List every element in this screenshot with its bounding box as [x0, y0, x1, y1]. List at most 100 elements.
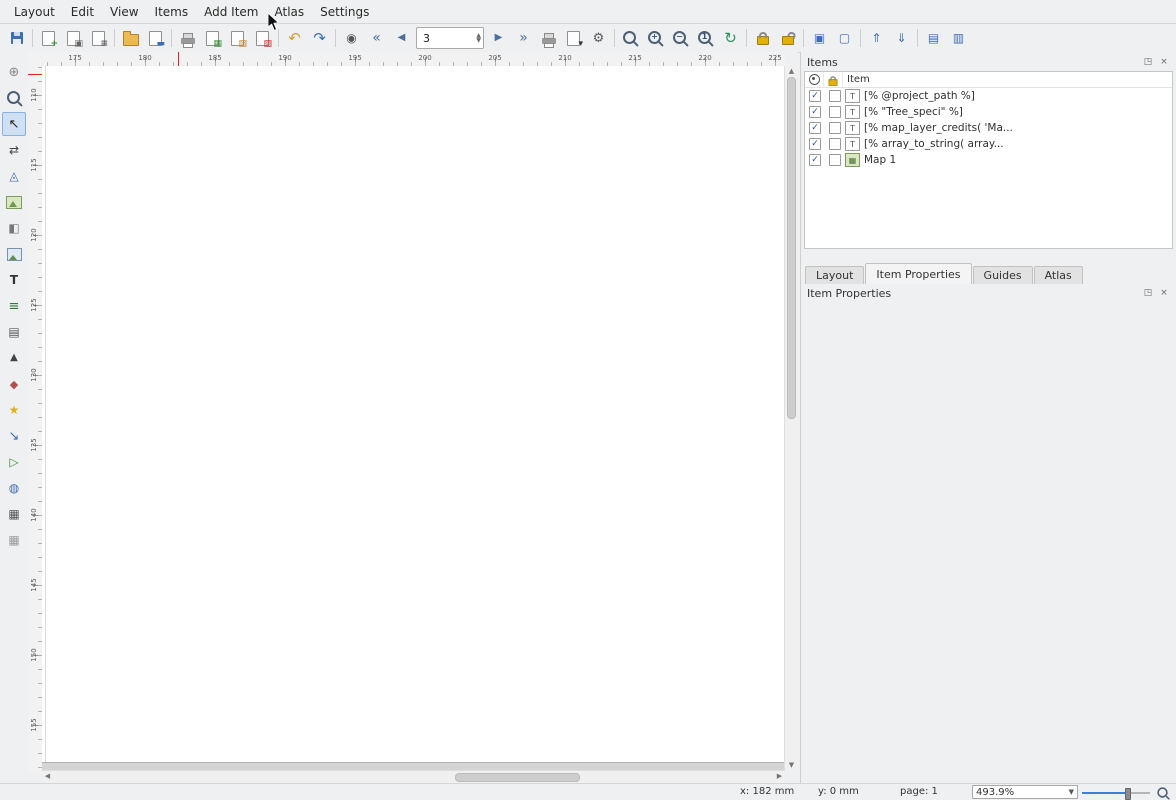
lock-checkbox[interactable] — [829, 154, 841, 166]
vertical-scrollbar-thumb[interactable] — [787, 77, 796, 419]
group-items-button[interactable]: ▣ — [807, 26, 832, 50]
lock-checkbox[interactable] — [829, 138, 841, 150]
left-ruler[interactable]: 110115120125130135140145150155 — [28, 66, 43, 771]
add-marker-tool[interactable]: ★ — [2, 398, 26, 422]
items-panel-float-icon[interactable]: ◳ — [1142, 56, 1154, 68]
last-feature-button[interactable]: » — [511, 26, 536, 50]
export-atlas-button[interactable]: ▾ — [561, 26, 586, 50]
menu-settings[interactable]: Settings — [312, 2, 377, 22]
items-tree-row[interactable]: ✓T[% map_layer_credits( 'Ma... — [805, 120, 1172, 136]
menu-layout[interactable]: Layout — [6, 2, 63, 22]
align-selected-items-button[interactable]: ▤ — [921, 26, 946, 50]
visibility-checkbox[interactable]: ✓ — [809, 138, 821, 150]
first-feature-button[interactable]: « — [364, 26, 389, 50]
add-node-item-tool[interactable]: ▷ — [2, 450, 26, 474]
zoom-out-button[interactable]: − — [668, 26, 693, 50]
add-scalebar-tool[interactable]: ▤ — [2, 320, 26, 344]
add-fixed-table-tool[interactable]: ▦ — [2, 528, 26, 552]
add-legend-tool[interactable]: ≡ — [2, 294, 26, 318]
items-tree-row[interactable]: ✓T[% array_to_string( array... — [805, 136, 1172, 152]
tab-atlas[interactable]: Atlas — [1034, 266, 1083, 284]
preview-atlas-button[interactable]: ◉ — [339, 26, 364, 50]
visibility-checkbox[interactable]: ✓ — [809, 122, 821, 134]
top-ruler[interactable]: 175180185190195200205210215220225 — [42, 52, 785, 67]
previous-feature-button[interactable]: ◀ — [389, 26, 414, 50]
menu-edit[interactable]: Edit — [63, 2, 102, 22]
next-feature-button[interactable]: ▶ — [486, 26, 511, 50]
raise-selected-items-button[interactable]: ⇑ — [864, 26, 889, 50]
zoom-level-combobox[interactable]: 493.9% ▼ — [972, 785, 1078, 799]
atlas-settings-button[interactable]: ⚙ — [586, 26, 611, 50]
menu-atlas[interactable]: Atlas — [266, 2, 312, 22]
menu-items[interactable]: Items — [147, 2, 197, 22]
tab-layout[interactable]: Layout — [805, 266, 864, 284]
menu-add-item[interactable]: Add Item — [196, 2, 266, 22]
item-properties-float-icon[interactable]: ◳ — [1142, 287, 1154, 299]
undo-button[interactable]: ↶ — [282, 26, 307, 50]
scroll-down-arrow-icon[interactable]: ▼ — [785, 760, 798, 771]
add-arrow-tool[interactable]: ↘ — [2, 424, 26, 448]
vertical-scrollbar[interactable]: ▲ ▼ — [784, 66, 798, 771]
add-picture-tool[interactable] — [2, 242, 26, 266]
zoom-actual-button[interactable]: 1 — [693, 26, 718, 50]
layout-page-canvas[interactable] — [42, 66, 785, 771]
zoom-slider[interactable] — [1082, 792, 1150, 794]
print-atlas-button[interactable] — [536, 26, 561, 50]
hand-icon: ⊕ — [9, 66, 20, 79]
unlock-all-items-button[interactable] — [775, 26, 800, 50]
horizontal-scrollbar-thumb[interactable] — [455, 773, 580, 782]
scroll-up-arrow-icon[interactable]: ▲ — [785, 66, 798, 77]
new-layout-button[interactable]: + — [36, 26, 61, 50]
zoom-tool-tool[interactable] — [2, 86, 26, 110]
scroll-left-arrow-icon[interactable]: ◀ — [42, 771, 53, 782]
menu-view[interactable]: View — [102, 2, 146, 22]
lock-checkbox[interactable] — [829, 106, 841, 118]
lock-checkbox[interactable] — [829, 122, 841, 134]
visibility-checkbox[interactable]: ✓ — [809, 90, 821, 102]
add-north-arrow-tool[interactable]: ▲ — [2, 346, 26, 370]
redo-button[interactable]: ↷ — [307, 26, 332, 50]
export-as-image-button[interactable]: ▦ — [200, 26, 225, 50]
export-as-svg-button[interactable]: ▧ — [225, 26, 250, 50]
add-3d-map-tool[interactable]: ◧ — [2, 216, 26, 240]
select-move-item-tool[interactable]: ↖ — [2, 112, 26, 136]
add-label-tool[interactable]: T — [2, 268, 26, 292]
add-shape-tool[interactable]: ◆ — [2, 372, 26, 396]
items-tree-row[interactable]: ✓T[% @project_path %] — [805, 88, 1172, 104]
ungroup-items-button[interactable]: ▢ — [832, 26, 857, 50]
page-new-icon: + — [42, 31, 55, 46]
lower-selected-items-button[interactable]: ⇓ — [889, 26, 914, 50]
refresh-view-button[interactable]: ↻ — [718, 26, 743, 50]
visibility-checkbox[interactable]: ✓ — [809, 106, 821, 118]
duplicate-layout-button[interactable]: ▣ — [61, 26, 86, 50]
zoom-in-button[interactable]: + — [643, 26, 668, 50]
lock-checkbox[interactable] — [829, 90, 841, 102]
add-items-from-template-button[interactable] — [118, 26, 143, 50]
distribute-items-button[interactable]: ▥ — [946, 26, 971, 50]
atlas-feature-spinbox[interactable]: 3▲▼ — [416, 27, 484, 49]
zoom-slider-handle[interactable] — [1125, 788, 1131, 800]
pan-layout-tool[interactable]: ⊕ — [2, 60, 26, 84]
move-item-content-tool[interactable]: ⇄ — [2, 138, 26, 162]
add-map-tool[interactable] — [2, 190, 26, 214]
item-properties-close-icon[interactable]: × — [1158, 287, 1170, 299]
add-html-tool[interactable]: ◍ — [2, 476, 26, 500]
save-as-template-button[interactable]: ▬ — [143, 26, 168, 50]
tab-item-properties[interactable]: Item Properties — [865, 263, 971, 284]
horizontal-scrollbar[interactable]: ◀ ▶ — [42, 770, 785, 784]
layout-manager-button[interactable]: ≡ — [86, 26, 111, 50]
visibility-checkbox[interactable]: ✓ — [809, 154, 821, 166]
edit-nodes-item-tool[interactable]: ◬ — [2, 164, 26, 188]
print-button[interactable] — [175, 26, 200, 50]
spinbox-arrows-icon[interactable]: ▲▼ — [476, 33, 481, 43]
items-tree-row[interactable]: ✓T[% "Tree_speci" %] — [805, 104, 1172, 120]
items-panel-close-icon[interactable]: × — [1158, 56, 1170, 68]
scroll-right-arrow-icon[interactable]: ▶ — [774, 771, 785, 782]
export-as-pdf-button[interactable]: ▨ — [250, 26, 275, 50]
zoom-full-button[interactable] — [618, 26, 643, 50]
tab-guides[interactable]: Guides — [973, 266, 1033, 284]
lock-selected-items-button[interactable] — [750, 26, 775, 50]
save-project-button[interactable] — [4, 26, 29, 50]
items-tree-row[interactable]: ✓▦Map 1 — [805, 152, 1172, 168]
add-attribute-table-tool[interactable]: ▦ — [2, 502, 26, 526]
